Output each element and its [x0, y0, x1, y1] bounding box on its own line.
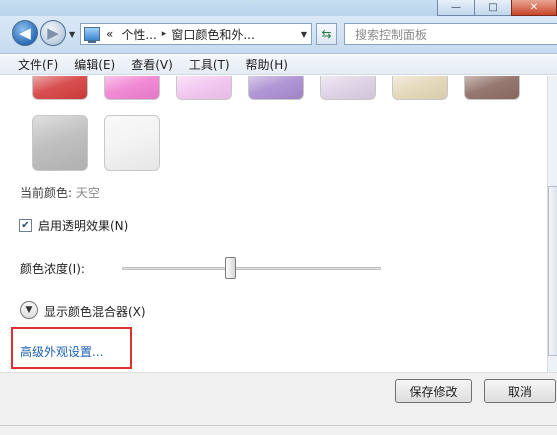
- breadcrumb-overflow[interactable]: «: [106, 27, 113, 41]
- scrollbar-thumb[interactable]: [548, 186, 557, 356]
- color-intensity-label: 颜色浓度(I):: [20, 262, 85, 276]
- menu-help[interactable]: 帮助(H): [246, 56, 288, 73]
- control-panel-icon: [84, 27, 100, 43]
- cancel-button[interactable]: 取消: [484, 379, 556, 403]
- color-swatch[interactable]: [32, 115, 88, 171]
- arrow-right-icon: ▶: [47, 24, 59, 42]
- menu-bar: 文件(F) 编辑(E) 查看(V) 工具(T) 帮助(H): [0, 55, 557, 75]
- current-color-value: 天空: [75, 186, 100, 200]
- minimize-button[interactable]: —: [437, 0, 475, 16]
- color-swatch[interactable]: [392, 76, 448, 100]
- current-color-label: 当前颜色:: [20, 186, 73, 200]
- maximize-button[interactable]: □: [474, 0, 512, 16]
- color-mixer-toggle[interactable]: ▼: [20, 301, 38, 319]
- transparency-label[interactable]: 启用透明效果(N): [38, 217, 128, 234]
- menu-tools[interactable]: 工具(T): [189, 56, 230, 73]
- color-swatch[interactable]: [248, 76, 304, 100]
- transparency-checkbox[interactable]: ✔: [19, 219, 32, 232]
- address-bar[interactable]: « 个性... ▸ 窗口颜色和外... ▼: [80, 23, 312, 45]
- save-changes-button[interactable]: 保存修改: [395, 379, 472, 403]
- arrow-left-icon: ◀: [19, 24, 31, 42]
- address-dropdown-icon[interactable]: ▼: [301, 30, 307, 39]
- breadcrumb-window-color[interactable]: 窗口颜色和外...: [171, 26, 254, 43]
- color-swatch[interactable]: [32, 76, 88, 100]
- breadcrumb-personalization[interactable]: 个性...: [121, 26, 156, 43]
- close-button[interactable]: ✕: [511, 0, 557, 16]
- back-button[interactable]: ◀: [12, 20, 38, 46]
- recent-pages-dropdown-icon[interactable]: ▼: [69, 30, 75, 39]
- menu-file[interactable]: 文件(F): [18, 56, 58, 73]
- color-intensity-slider[interactable]: [122, 267, 381, 270]
- color-intensity-slider-thumb[interactable]: [225, 257, 237, 279]
- refresh-icon: ⇆: [321, 27, 332, 41]
- footer-bar: 保存修改 取消: [0, 372, 557, 435]
- refresh-button[interactable]: ⇆: [316, 23, 337, 45]
- search-input[interactable]: 搜索控制面板: [344, 23, 557, 45]
- window-controls: — □ ✕: [437, 0, 557, 16]
- title-bar: — □ ✕: [0, 0, 557, 16]
- chevron-down-icon: ▼: [25, 305, 33, 315]
- breadcrumb-separator-icon[interactable]: ▸: [162, 29, 167, 39]
- checkmark-icon: ✔: [21, 219, 30, 231]
- navigation-bar: ◀ ▶ ▼ « 个性... ▸ 窗口颜色和外... ▼ ⇆ 搜索控制面板: [0, 16, 557, 54]
- current-color: 当前颜色: 天空: [20, 184, 100, 201]
- advanced-appearance-link[interactable]: 高级外观设置...: [20, 343, 103, 360]
- color-mixer-label[interactable]: 显示颜色混合器(X): [44, 303, 146, 320]
- color-settings-panel: 当前颜色: 天空 ✔ 启用透明效果(N) 颜色浓度(I): ▼ 显示颜色混合器(…: [0, 76, 547, 372]
- color-swatch[interactable]: [176, 76, 232, 100]
- color-swatch[interactable]: [104, 115, 160, 171]
- menu-view[interactable]: 查看(V): [131, 56, 173, 73]
- color-swatch[interactable]: [104, 76, 160, 100]
- search-placeholder: 搜索控制面板: [355, 27, 428, 42]
- footer-divider: [0, 425, 557, 426]
- color-swatch[interactable]: [320, 76, 376, 100]
- color-swatch[interactable]: [464, 76, 520, 100]
- menu-edit[interactable]: 编辑(E): [74, 56, 115, 73]
- vertical-scrollbar[interactable]: [547, 76, 557, 372]
- forward-button[interactable]: ▶: [40, 20, 66, 46]
